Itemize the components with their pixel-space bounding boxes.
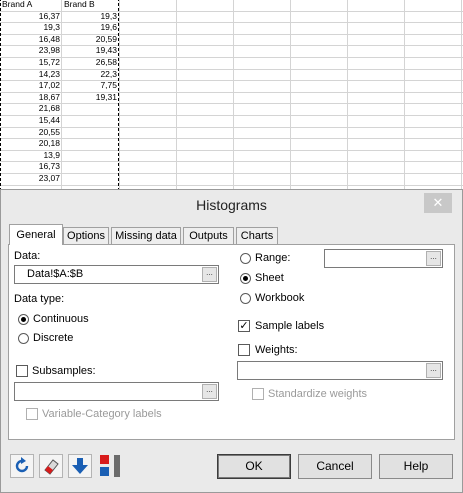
- subsamples-field[interactable]: ...: [14, 382, 219, 401]
- sample-labels-label[interactable]: Sample labels: [255, 320, 324, 333]
- dialog-button-bar: OK Cancel Help: [1, 446, 462, 492]
- weights-field[interactable]: ...: [237, 361, 443, 380]
- reset-button[interactable]: [10, 454, 34, 478]
- continuous-radio[interactable]: [18, 314, 29, 325]
- reset-icon: [15, 457, 29, 473]
- selection-toggle-button[interactable]: [97, 454, 127, 478]
- subsamples-picker-button[interactable]: ...: [202, 384, 217, 399]
- continuous-label[interactable]: Continuous: [33, 313, 89, 326]
- arrow-down-icon: [72, 458, 88, 474]
- dialog-titlebar[interactable]: Histograms ✕: [1, 190, 462, 219]
- weights-checkbox[interactable]: [238, 344, 250, 356]
- histograms-dialog: Histograms ✕ General Options Missing dat…: [0, 189, 463, 493]
- tab-charts[interactable]: Charts: [236, 227, 278, 244]
- ok-button[interactable]: OK: [217, 454, 291, 479]
- tab-outputs[interactable]: Outputs: [183, 227, 234, 244]
- cancel-button[interactable]: Cancel: [298, 454, 372, 479]
- close-button[interactable]: ✕: [424, 193, 452, 213]
- eraser-icon: [44, 459, 59, 475]
- sheet-label[interactable]: Sheet: [255, 272, 284, 285]
- sheet-radio[interactable]: [240, 273, 251, 284]
- tab-options[interactable]: Options: [63, 227, 109, 244]
- discrete-label[interactable]: Discrete: [33, 332, 73, 345]
- tab-missing-data[interactable]: Missing data: [111, 227, 181, 244]
- subsamples-label[interactable]: Subsamples:: [32, 365, 96, 378]
- move-down-button[interactable]: [68, 454, 92, 478]
- weights-picker-button[interactable]: ...: [426, 363, 441, 378]
- tab-general[interactable]: General: [9, 224, 63, 245]
- data-range-value: Data!$A:$B: [27, 268, 84, 280]
- variable-category-labels-checkbox[interactable]: [26, 408, 38, 420]
- discrete-radio[interactable]: [18, 333, 29, 344]
- help-button[interactable]: Help: [379, 454, 453, 479]
- weights-label[interactable]: Weights:: [255, 344, 298, 357]
- workbook-label[interactable]: Workbook: [255, 292, 304, 305]
- data-range-field[interactable]: Data!$A:$B ...: [14, 265, 219, 284]
- selected-range-outline: [0, 0, 119, 191]
- data-range-picker-button[interactable]: ...: [202, 267, 217, 282]
- range-picker-button[interactable]: ...: [426, 251, 441, 266]
- sample-labels-checkbox[interactable]: ✓: [238, 320, 250, 332]
- subsamples-checkbox[interactable]: [16, 365, 28, 377]
- dialog-title: Histograms: [196, 197, 267, 213]
- data-type-label: Data type:: [14, 293, 65, 305]
- workbook-radio[interactable]: [240, 293, 251, 304]
- range-radio[interactable]: [240, 253, 251, 264]
- standardize-weights-checkbox[interactable]: [252, 388, 264, 400]
- standardize-weights-label: Standardize weights: [268, 388, 368, 400]
- range-field[interactable]: ...: [324, 249, 443, 268]
- variable-category-labels-label: Variable-Category labels: [42, 408, 162, 420]
- data-label: Data:: [14, 250, 41, 262]
- range-label[interactable]: Range:: [255, 252, 290, 265]
- red-blue-selection-icon: [100, 455, 120, 477]
- spreadsheet-background: Brand A Brand B 16,37 19,3 16,48 23,98 15,72…: [0, 0, 463, 200]
- erase-button[interactable]: [39, 454, 63, 478]
